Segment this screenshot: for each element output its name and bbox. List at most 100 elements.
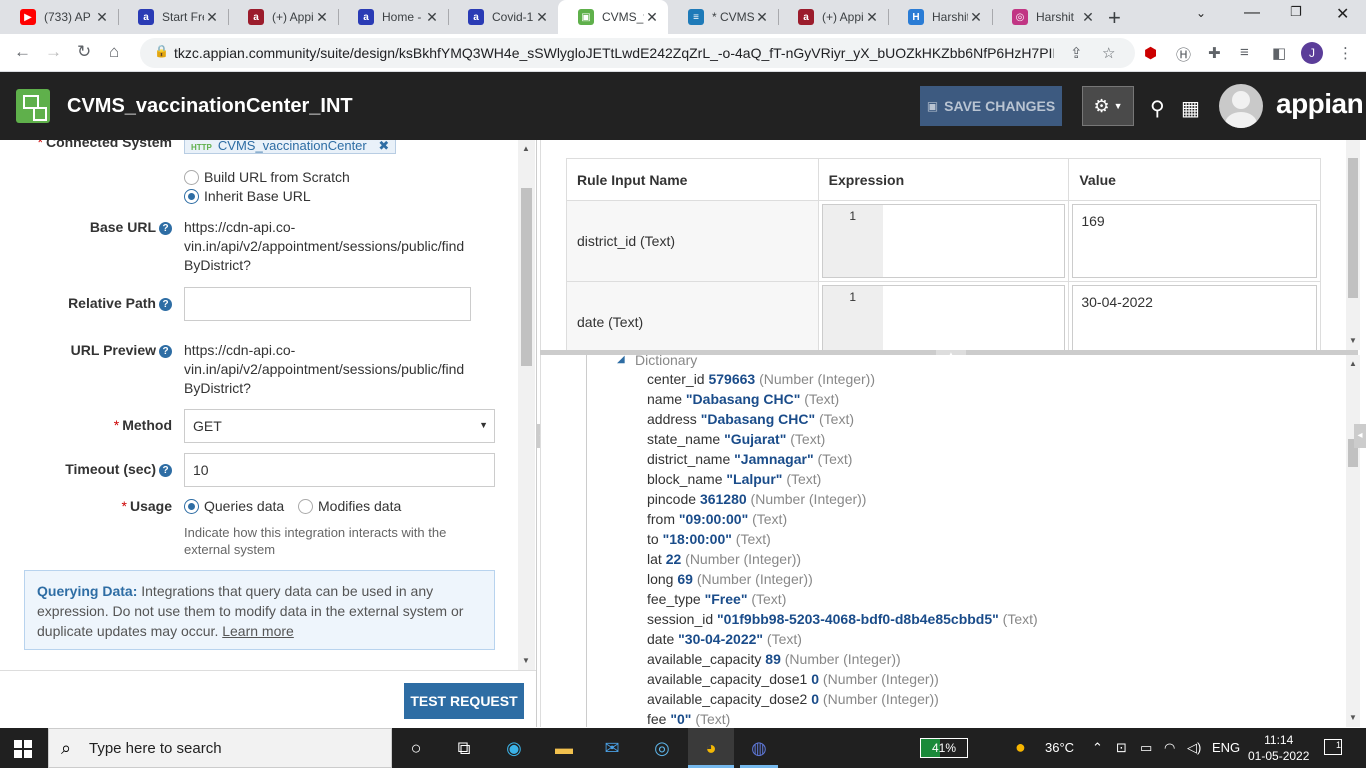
minimize-button[interactable]: — bbox=[1244, 4, 1260, 22]
new-tab-button[interactable]: + bbox=[1108, 5, 1121, 31]
scroll-up-icon[interactable]: ▲ bbox=[1349, 359, 1357, 368]
browser-tab[interactable]: H Harshit ✕ bbox=[888, 0, 992, 34]
help-icon[interactable]: ? bbox=[159, 222, 172, 235]
forward-icon[interactable]: → bbox=[45, 42, 62, 62]
browser-tab[interactable]: a Start Fre✕ bbox=[118, 0, 228, 34]
dependency-search-icon[interactable]: ⚲ bbox=[1150, 96, 1165, 121]
scrollbar-thumb[interactable] bbox=[521, 188, 532, 366]
tab-close-icon[interactable]: ✕ bbox=[1080, 9, 1096, 26]
taskbar-search[interactable]: ⌕ Type here to search bbox=[48, 728, 392, 768]
connected-system-chip[interactable]: HTTP CVMS_vaccinationCenter ✖ bbox=[184, 140, 397, 154]
battery-indicator[interactable]: 41% bbox=[920, 738, 968, 758]
chrome-icon[interactable]: ◕ bbox=[699, 736, 723, 760]
share-icon[interactable]: ⇪ bbox=[1070, 44, 1083, 62]
extensions-puzzle-icon[interactable]: ✚ bbox=[1208, 44, 1221, 62]
weather-temp[interactable]: 36°C bbox=[1045, 740, 1074, 755]
language-indicator[interactable]: ENG bbox=[1212, 740, 1240, 755]
scroll-down-icon[interactable]: ▼ bbox=[1349, 336, 1357, 345]
browser-tab[interactable]: a (+) Appi ✕ bbox=[228, 0, 338, 34]
tab-close-icon[interactable]: ✕ bbox=[754, 9, 770, 26]
file-explorer-icon[interactable]: ▬ bbox=[552, 736, 576, 760]
volume-icon[interactable]: ◁) bbox=[1187, 740, 1201, 756]
scroll-down-icon[interactable]: ▼ bbox=[522, 656, 530, 665]
browser-tab[interactable]: a Home - ✕ bbox=[338, 0, 448, 34]
tab-close-icon[interactable]: ✕ bbox=[204, 9, 220, 26]
expression-editor[interactable]: 1 bbox=[821, 204, 1066, 278]
tab-close-icon[interactable]: ✕ bbox=[534, 9, 550, 26]
radio-queries-data[interactable]: Queries data bbox=[184, 497, 284, 516]
scroll-up-icon[interactable]: ▲ bbox=[522, 144, 530, 153]
task-view-icon[interactable]: ⧉ bbox=[452, 736, 476, 760]
restore-button[interactable]: ❐ bbox=[1290, 4, 1302, 20]
value-field[interactable]: 30-04-2022 bbox=[1072, 285, 1317, 352]
remove-icon[interactable]: ✖ bbox=[378, 140, 389, 153]
save-changes-button[interactable]: ▣ SAVE CHANGES bbox=[920, 86, 1062, 126]
learn-more-link[interactable]: Learn more bbox=[222, 623, 294, 639]
address-bar[interactable]: 🔒 tkzc.appian.community/suite/design/ksB… bbox=[140, 38, 1135, 68]
test-request-button[interactable]: TEST REQUEST bbox=[404, 683, 524, 719]
browser-tab[interactable]: ▣ CVMS_v✕ bbox=[558, 0, 668, 34]
battery-tray-icon[interactable]: ▭ bbox=[1140, 740, 1152, 756]
collapse-right-icon[interactable]: ◂ bbox=[1354, 424, 1366, 448]
relative-path-input[interactable] bbox=[184, 287, 471, 321]
system-clock[interactable]: 11:14 01-05-2022 bbox=[1248, 732, 1309, 764]
radio-modifies-data[interactable]: Modifies data bbox=[298, 497, 401, 516]
bookmark-star-icon[interactable]: ☆ bbox=[1102, 44, 1115, 62]
browser-tab[interactable]: a (+) Appi ✕ bbox=[778, 0, 888, 34]
tab-close-icon[interactable]: ✕ bbox=[94, 9, 110, 26]
app-icon[interactable]: ◎ bbox=[650, 736, 674, 760]
meet-now-icon[interactable]: ⊡ bbox=[1116, 740, 1127, 756]
tab-close-icon[interactable]: ✕ bbox=[314, 9, 330, 26]
extension-icon[interactable]: ⬢ bbox=[1144, 44, 1157, 62]
help-icon[interactable]: ? bbox=[159, 298, 172, 311]
tab-search-icon[interactable]: ⌄ bbox=[1196, 6, 1206, 20]
value-field[interactable]: 169 bbox=[1072, 204, 1317, 278]
scroll-down-icon[interactable]: ▼ bbox=[1349, 713, 1357, 722]
notification-center-icon[interactable]: 1 bbox=[1324, 739, 1342, 755]
user-avatar[interactable] bbox=[1219, 84, 1263, 128]
timeout-input[interactable]: 10 bbox=[184, 453, 495, 487]
browser-tab[interactable]: a Covid-19✕ bbox=[448, 0, 558, 34]
tab-close-icon[interactable]: ✕ bbox=[864, 9, 880, 26]
browser-tab[interactable]: ≡ * CVMS_✕ bbox=[668, 0, 778, 34]
left-scrollbar[interactable]: ▲ ▼ bbox=[518, 140, 535, 670]
home-icon[interactable]: ⌂ bbox=[109, 42, 119, 62]
wifi-icon[interactable]: ◠ bbox=[1164, 740, 1175, 756]
radio-button-selected[interactable] bbox=[184, 499, 199, 514]
back-icon[interactable]: ← bbox=[14, 42, 31, 62]
reload-icon[interactable]: ↻ bbox=[77, 42, 91, 62]
close-window-button[interactable]: ✕ bbox=[1336, 4, 1349, 24]
expression-editor[interactable]: 1 bbox=[821, 285, 1066, 352]
chevron-up-icon[interactable]: ⌃ bbox=[1092, 740, 1103, 756]
response-scrollbar[interactable]: ▲ ▼ bbox=[1346, 355, 1360, 727]
browser-tab[interactable]: ▶ (733) AP ✕ bbox=[0, 0, 118, 34]
extension-h-icon[interactable]: Ⓗ bbox=[1176, 44, 1191, 65]
radio-inherit-url[interactable]: Inherit Base URL bbox=[184, 187, 311, 206]
windows-start-icon[interactable] bbox=[14, 740, 32, 758]
radio-button-selected[interactable] bbox=[184, 189, 199, 204]
tab-close-icon[interactable]: ✕ bbox=[424, 9, 440, 26]
edge-icon[interactable]: ◉ bbox=[502, 736, 526, 760]
menu-kebab-icon[interactable]: ⋮ bbox=[1338, 44, 1353, 62]
cortana-icon[interactable]: ○ bbox=[404, 736, 428, 760]
profile-avatar[interactable]: J bbox=[1301, 42, 1323, 64]
radio-button[interactable] bbox=[298, 499, 313, 514]
scrollbar-thumb[interactable] bbox=[1348, 158, 1358, 298]
settings-menu-button[interactable]: ⚙ ▼ bbox=[1082, 86, 1134, 126]
app-grid-icon[interactable]: ▦ bbox=[1181, 96, 1200, 121]
expand-triangle-icon[interactable]: ◢ bbox=[617, 355, 625, 365]
mail-icon[interactable]: ✉ bbox=[600, 736, 624, 760]
radio-build-url[interactable]: Build URL from Scratch bbox=[184, 168, 350, 187]
method-dropdown[interactable]: GET ▼ bbox=[184, 409, 495, 443]
help-icon[interactable]: ? bbox=[159, 464, 172, 477]
help-icon[interactable]: ? bbox=[159, 345, 172, 358]
tab-close-icon[interactable]: ✕ bbox=[968, 9, 984, 26]
rule-inputs-scrollbar[interactable]: ▼ bbox=[1346, 140, 1360, 350]
side-panel-icon[interactable]: ◧ bbox=[1272, 44, 1286, 62]
radio-button[interactable] bbox=[184, 170, 199, 185]
webex-icon[interactable]: ◍ bbox=[747, 736, 771, 760]
tab-close-icon[interactable]: ✕ bbox=[644, 9, 660, 26]
browser-tab[interactable]: ◎ Harshit ✕ bbox=[992, 0, 1104, 34]
weather-icon[interactable]: ● bbox=[1015, 737, 1026, 758]
reading-list-icon[interactable]: ≡ bbox=[1240, 44, 1249, 61]
